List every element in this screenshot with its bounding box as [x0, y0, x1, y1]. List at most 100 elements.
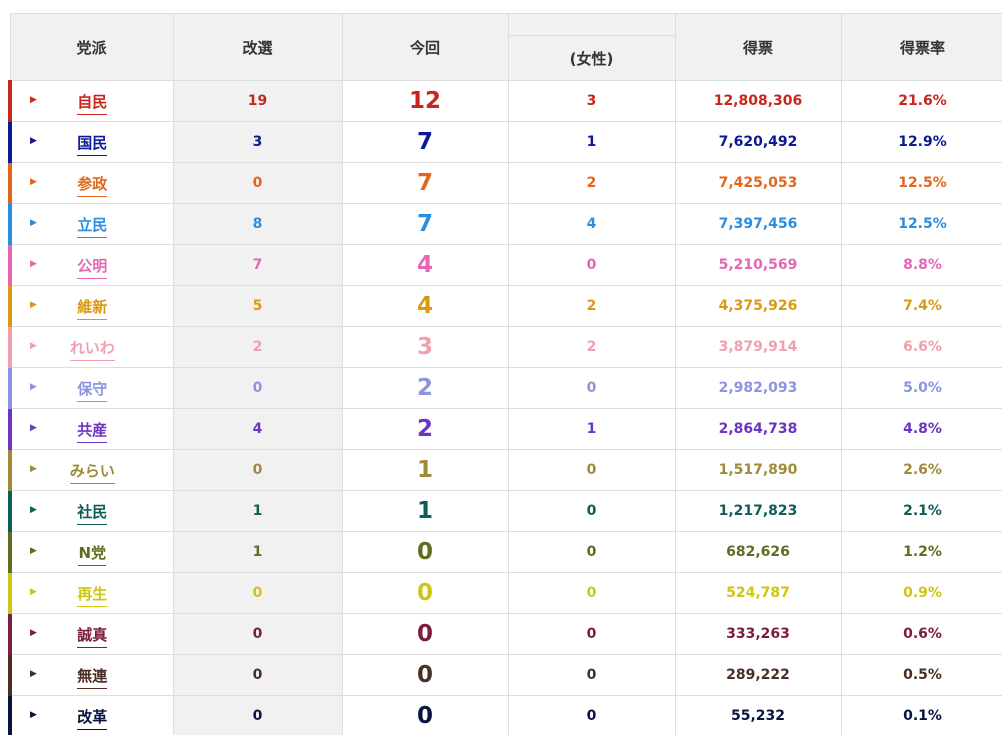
party-cell[interactable]: ▶ みらい: [8, 449, 174, 491]
vote-rate: 0.9%: [840, 572, 1002, 614]
party-name-link[interactable]: 社民: [77, 502, 108, 525]
expand-arrow-icon[interactable]: ▶: [30, 95, 37, 105]
party-row[interactable]: ▶ 自民 19 12 3 12,808,306 21.6%: [8, 80, 1002, 122]
vote-rate: 2.6%: [840, 449, 1002, 491]
party-name-link[interactable]: 誠真: [77, 625, 108, 648]
party-row[interactable]: ▶ 公明 7 4 0 5,210,569 8.8%: [8, 244, 1002, 286]
expand-arrow-icon[interactable]: ▶: [30, 341, 37, 351]
expand-arrow-icon[interactable]: ▶: [30, 259, 37, 269]
party-name-link[interactable]: 公明: [77, 256, 108, 279]
party-row[interactable]: ▶ 国民 3 7 1 7,620,492 12.9%: [8, 121, 1002, 163]
vote-rate: 4.8%: [840, 408, 1002, 450]
party-row[interactable]: ▶ 改革 0 0 0 55,232 0.1%: [8, 695, 1002, 735]
party-row[interactable]: ▶ 誠真 0 0 0 333,263 0.6%: [8, 613, 1002, 655]
party-row[interactable]: ▶ 参政 0 7 2 7,425,053 12.5%: [8, 162, 1002, 204]
party-name-link[interactable]: 再生: [77, 584, 108, 607]
expand-arrow-icon[interactable]: ▶: [30, 464, 37, 474]
party-cell[interactable]: ▶ 自民: [8, 80, 174, 122]
party-name-link[interactable]: 維新: [77, 297, 108, 320]
expand-arrow-icon[interactable]: ▶: [30, 177, 37, 187]
party-row[interactable]: ▶ 再生 0 0 0 524,787 0.9%: [8, 572, 1002, 614]
kaisen-count: 0: [172, 613, 343, 655]
party-name-link[interactable]: 国民: [77, 133, 108, 156]
vote-count: 5,210,569: [674, 244, 842, 286]
party-cell[interactable]: ▶ 国民: [8, 121, 174, 163]
kaisen-count: 8: [172, 203, 343, 245]
party-name-link[interactable]: 立民: [77, 215, 108, 238]
party-cell[interactable]: ▶ 再生: [8, 572, 174, 614]
party-cell[interactable]: ▶ 社民: [8, 490, 174, 532]
party-cell[interactable]: ▶ 維新: [8, 285, 174, 327]
party-name-link[interactable]: N党: [78, 543, 107, 566]
kaisen-count: 0: [172, 449, 343, 491]
party-cell[interactable]: ▶ N党: [8, 531, 174, 573]
party-cell[interactable]: ▶ 無連: [8, 654, 174, 696]
women-count: 0: [507, 695, 676, 735]
party-row[interactable]: ▶ れいわ 2 3 2 3,879,914 6.6%: [8, 326, 1002, 368]
expand-arrow-icon[interactable]: ▶: [30, 505, 37, 515]
party-cell[interactable]: ▶ 改革: [8, 695, 174, 735]
party-name-link[interactable]: みらい: [69, 461, 115, 484]
party-row[interactable]: ▶ N党 1 0 0 682,626 1.2%: [8, 531, 1002, 573]
expand-arrow-icon[interactable]: ▶: [30, 710, 37, 720]
results-panel: 党派 改選 今回 得票 得票率 (女性) ▶ 自民 19 12 3 12,808,306 2…: [0, 0, 1002, 735]
kaisen-count: 19: [172, 80, 343, 122]
vote-rate: 5.0%: [840, 367, 1002, 409]
konkai-count: 0: [341, 654, 509, 696]
party-row[interactable]: ▶ みらい 0 1 0 1,517,890 2.6%: [8, 449, 1002, 491]
party-name-link[interactable]: 無連: [77, 666, 108, 689]
vote-count: 3,879,914: [674, 326, 842, 368]
expand-arrow-icon[interactable]: ▶: [30, 669, 37, 679]
header-rate: 得票率: [840, 13, 1002, 81]
kaisen-count: 0: [172, 654, 343, 696]
party-cell[interactable]: ▶ 保守: [8, 367, 174, 409]
expand-arrow-icon[interactable]: ▶: [30, 300, 37, 310]
expand-arrow-icon[interactable]: ▶: [30, 218, 37, 228]
konkai-count: 7: [341, 121, 509, 163]
vote-count: 2,982,093: [674, 367, 842, 409]
konkai-count: 2: [341, 408, 509, 450]
women-count: 0: [507, 613, 676, 655]
party-cell[interactable]: ▶ 参政: [8, 162, 174, 204]
women-count: 0: [507, 654, 676, 696]
women-count: 1: [507, 121, 676, 163]
party-row[interactable]: ▶ 維新 5 4 2 4,375,926 7.4%: [8, 285, 1002, 327]
expand-arrow-icon[interactable]: ▶: [30, 546, 37, 556]
party-cell[interactable]: ▶ 公明: [8, 244, 174, 286]
party-name-link[interactable]: 保守: [77, 379, 108, 402]
party-name-link[interactable]: 共産: [77, 420, 108, 443]
women-count: 1: [507, 408, 676, 450]
party-name-link[interactable]: 自民: [77, 92, 108, 115]
vote-rate: 0.6%: [840, 613, 1002, 655]
party-row[interactable]: ▶ 共産 4 2 1 2,864,738 4.8%: [8, 408, 1002, 450]
expand-arrow-icon[interactable]: ▶: [30, 382, 37, 392]
party-name-link[interactable]: 改革: [77, 707, 108, 730]
party-name-link[interactable]: 参政: [77, 174, 108, 197]
party-row[interactable]: ▶ 立民 8 7 4 7,397,456 12.5%: [8, 203, 1002, 245]
expand-arrow-icon[interactable]: ▶: [30, 423, 37, 433]
expand-arrow-icon[interactable]: ▶: [30, 136, 37, 146]
header-votes: 得票: [674, 13, 842, 81]
vote-rate: 12.5%: [840, 203, 1002, 245]
konkai-count: 3: [341, 326, 509, 368]
vote-rate: 7.4%: [840, 285, 1002, 327]
party-cell[interactable]: ▶ 誠真: [8, 613, 174, 655]
expand-arrow-icon[interactable]: ▶: [30, 628, 37, 638]
vote-count: 1,217,823: [674, 490, 842, 532]
party-row[interactable]: ▶ 保守 0 2 0 2,982,093 5.0%: [8, 367, 1002, 409]
party-name-link[interactable]: れいわ: [69, 338, 115, 361]
kaisen-count: 1: [172, 490, 343, 532]
party-cell[interactable]: ▶ れいわ: [8, 326, 174, 368]
party-row[interactable]: ▶ 無連 0 0 0 289,222 0.5%: [8, 654, 1002, 696]
party-row[interactable]: ▶ 社民 1 1 0 1,217,823 2.1%: [8, 490, 1002, 532]
election-results-table: 党派 改選 今回 得票 得票率 (女性) ▶ 自民 19 12 3 12,808,306 2…: [8, 13, 1002, 735]
vote-rate: 0.1%: [840, 695, 1002, 735]
vote-rate: 1.2%: [840, 531, 1002, 573]
kaisen-count: 0: [172, 162, 343, 204]
party-cell[interactable]: ▶ 立民: [8, 203, 174, 245]
party-cell[interactable]: ▶ 共産: [8, 408, 174, 450]
vote-count: 682,626: [674, 531, 842, 573]
vote-rate: 2.1%: [840, 490, 1002, 532]
expand-arrow-icon[interactable]: ▶: [30, 587, 37, 597]
konkai-count: 4: [341, 244, 509, 286]
